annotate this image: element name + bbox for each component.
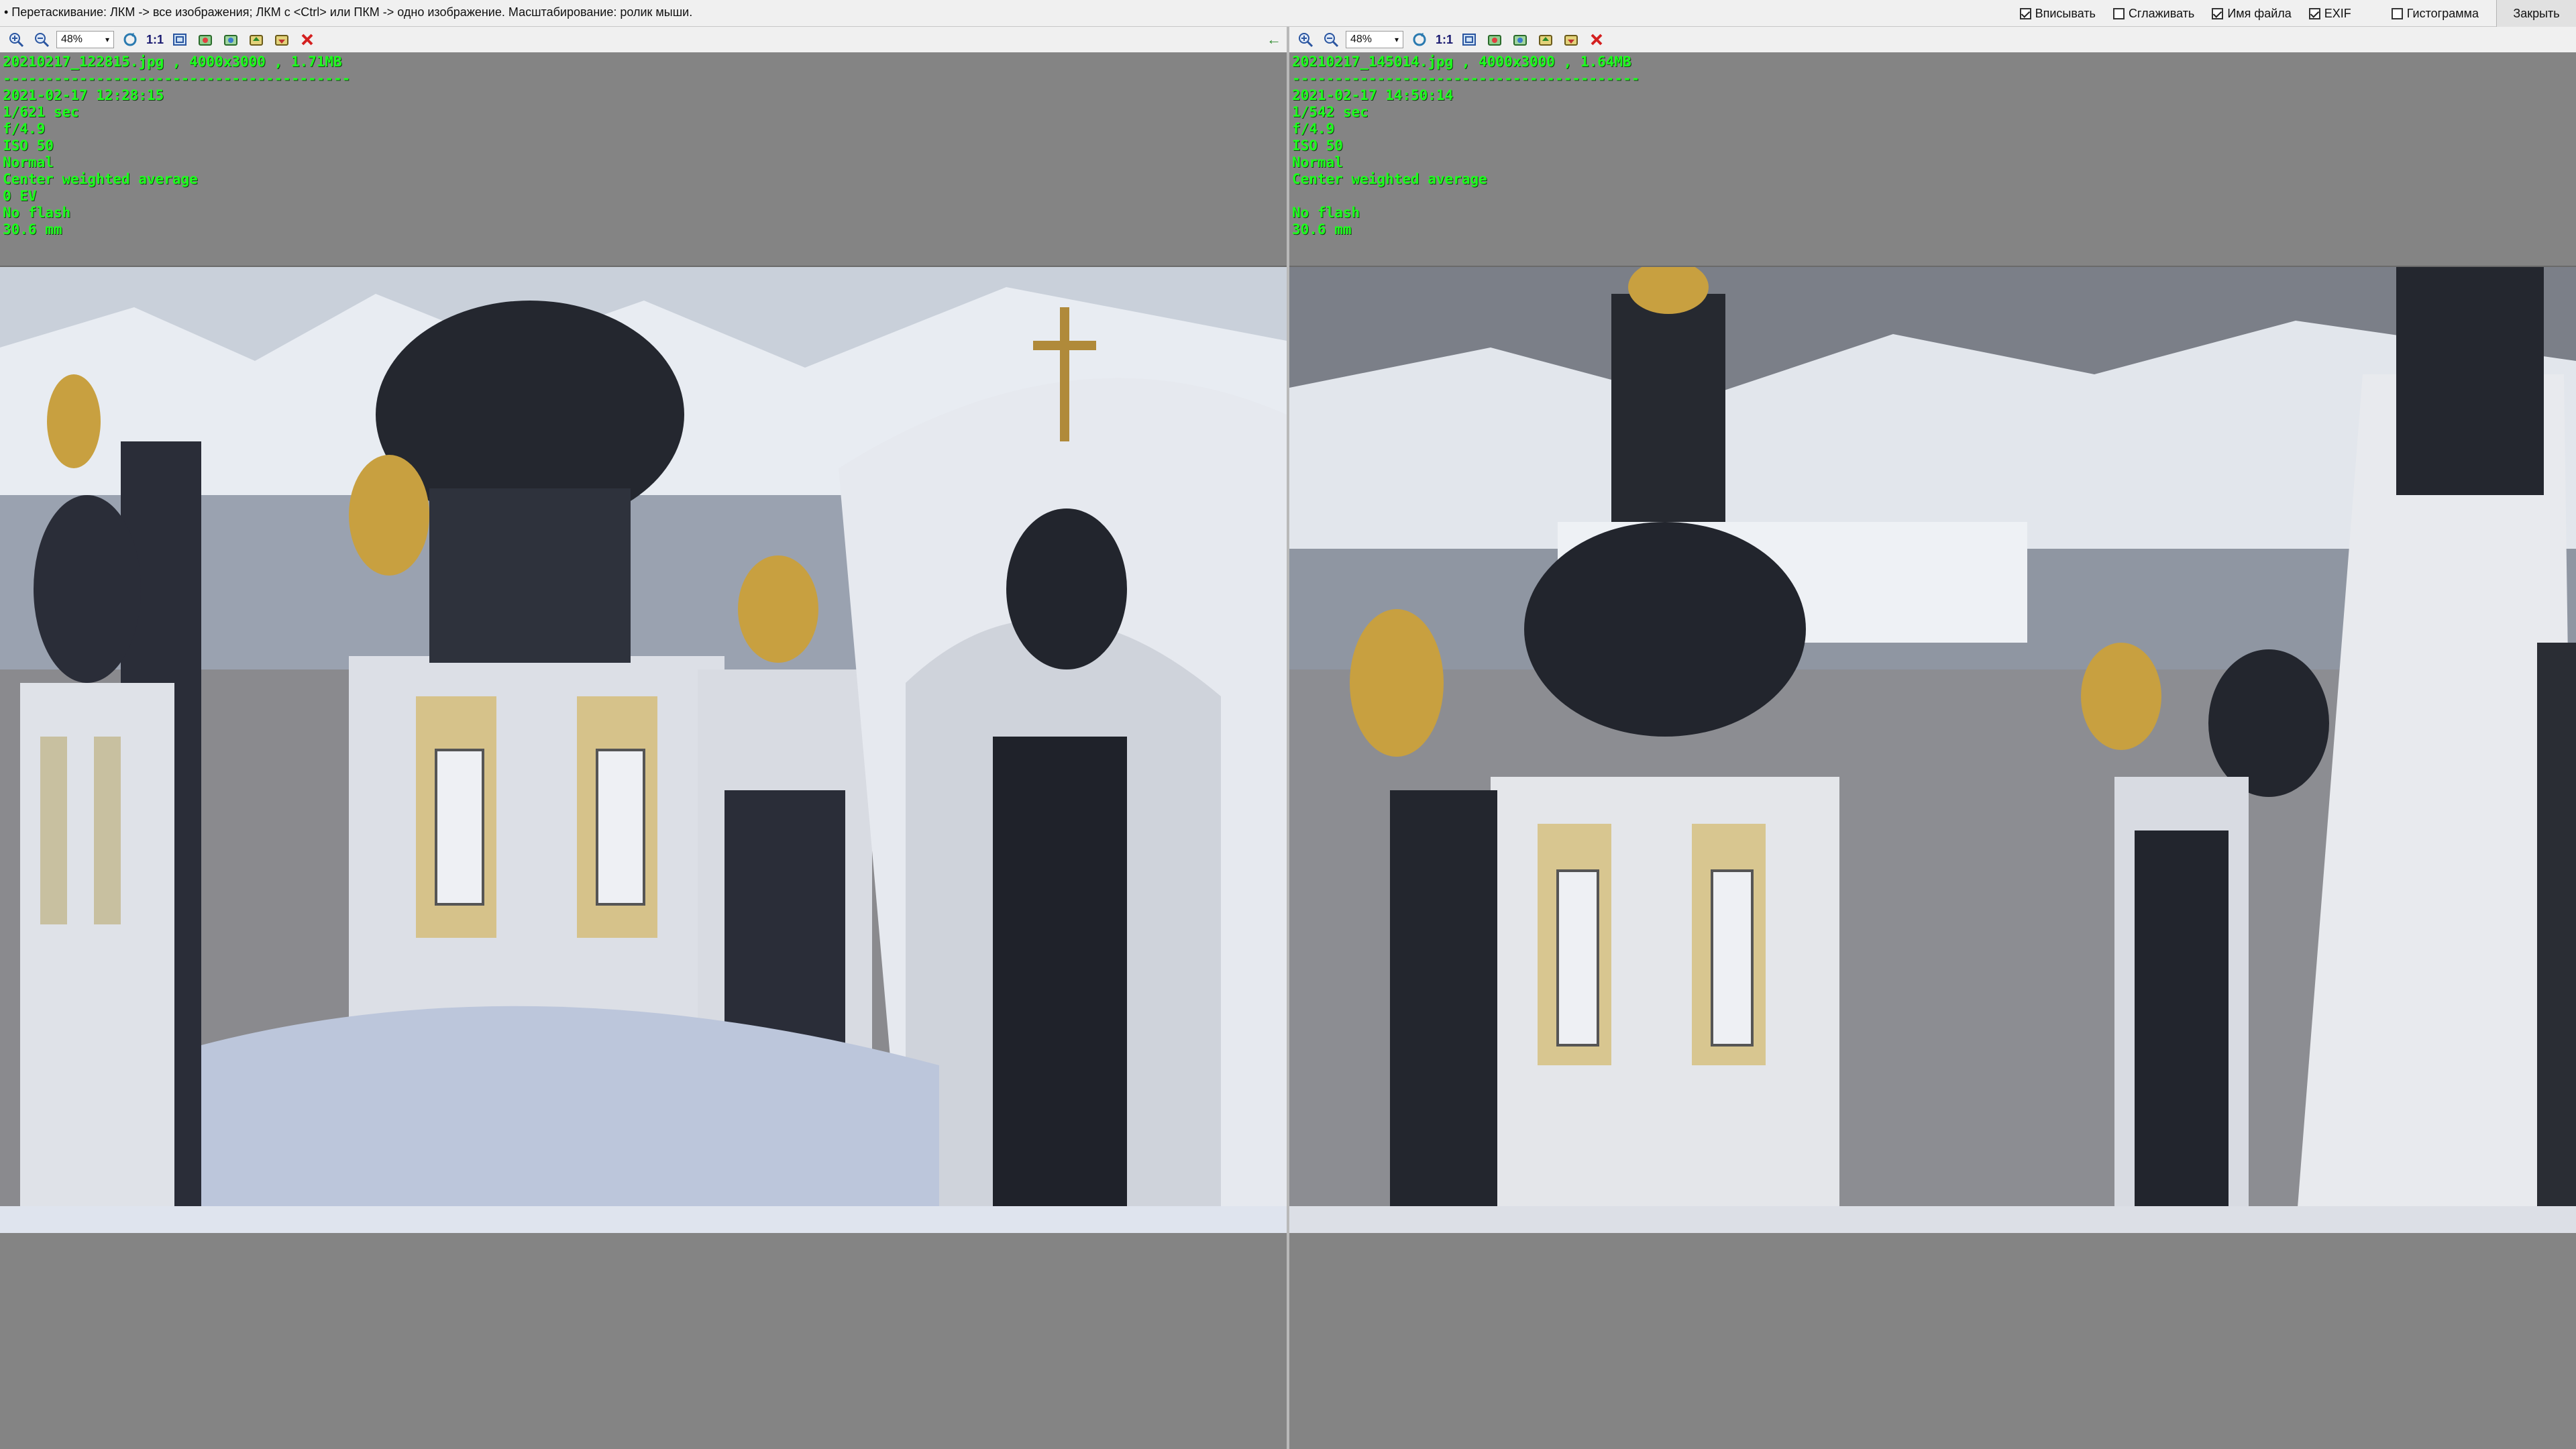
view-options: Вписывать Сглаживать Имя файла EXIF Гист… — [2019, 0, 2576, 27]
exif-checkbox[interactable] — [2308, 7, 2320, 19]
close-icon[interactable] — [298, 30, 317, 49]
close-button[interactable]: Закрыть — [2496, 0, 2576, 27]
exif-date: 2021-02-17 14:50:14 — [1292, 87, 1454, 103]
fit-window-icon[interactable] — [170, 30, 189, 49]
one-to-one-button[interactable]: 1:1 — [146, 33, 164, 47]
option-fit[interactable]: Вписывать — [2019, 6, 2096, 21]
option-smooth[interactable]: Сглаживать — [2112, 6, 2195, 21]
filename-checkbox[interactable] — [2212, 7, 2224, 19]
chevron-down-icon: ▾ — [1394, 35, 1399, 44]
exif-focal: 30.6 mm — [3, 221, 62, 237]
right-toolbar: 48% ▾ 1:1 — [1289, 27, 2576, 52]
hint-text: • Перетаскивание: ЛКМ -> все изображения… — [4, 5, 693, 19]
exif-date: 2021-02-17 12:28:15 — [3, 87, 164, 103]
fit-label: Вписывать — [2035, 6, 2096, 20]
file-info: 20210217_122815.jpg , 4000x3000 , 1.71MB — [3, 54, 342, 70]
color-icon[interactable] — [1511, 30, 1529, 49]
rotate-icon[interactable] — [1410, 30, 1429, 49]
option-histogram[interactable]: Гистограмма — [2391, 6, 2479, 21]
fit-window-icon[interactable] — [1460, 30, 1479, 49]
exif-separator: ----------------------------------------… — [1292, 70, 1640, 87]
zoom-value: 48% — [61, 34, 83, 45]
exif-shutter: 1/542 sec — [1292, 104, 1368, 120]
flip-icon[interactable] — [1485, 30, 1504, 49]
one-to-one-button[interactable]: 1:1 — [1436, 33, 1453, 47]
zoom-out-icon[interactable] — [1322, 30, 1340, 49]
exif-separator: ----------------------------------------… — [3, 70, 351, 87]
option-filename[interactable]: Имя файла — [2212, 6, 2292, 21]
zoom-in-icon[interactable] — [1296, 30, 1315, 49]
arrow-left-icon[interactable]: ← — [1267, 31, 1281, 48]
exif-ev: 0 EV — [3, 188, 37, 204]
church-photo-right — [1289, 267, 2576, 1233]
exif-metering: Center weighted average — [1292, 171, 1487, 187]
export-icon[interactable] — [1536, 30, 1555, 49]
histogram-label: Гистограмма — [2406, 6, 2479, 20]
right-photo[interactable] — [1289, 266, 2576, 1233]
chevron-down-icon: ▾ — [105, 35, 109, 44]
exif-ev — [1292, 188, 1640, 205]
exif-aperture: f/4.9 — [1292, 121, 1335, 137]
top-bar: • Перетаскивание: ЛКМ -> все изображения… — [0, 0, 2576, 27]
exif-focal: 30.6 mm — [1292, 221, 1352, 237]
option-exif[interactable]: EXIF — [2308, 6, 2351, 21]
exif-label: EXIF — [2324, 6, 2351, 20]
file-info: 20210217_145014.jpg , 4000x3000 , 1.64MB — [1292, 54, 1631, 70]
zoom-in-icon[interactable] — [7, 30, 25, 49]
left-image-pane[interactable]: 48% ▾ 1:1 ← 20210217_122815.jpg , 4000x3… — [0, 27, 1289, 1449]
fit-checkbox[interactable] — [2019, 7, 2031, 19]
exif-flash: No flash — [3, 205, 71, 221]
export-icon[interactable] — [247, 30, 266, 49]
close-icon[interactable] — [1587, 30, 1606, 49]
filename-label: Имя файла — [2227, 6, 2292, 20]
histogram-checkbox[interactable] — [2391, 7, 2403, 19]
zoom-select[interactable]: 48% ▾ — [56, 31, 114, 48]
exif-mode: Normal — [1292, 154, 1343, 170]
exif-overlay: 20210217_122815.jpg , 4000x3000 , 1.71MB… — [3, 54, 350, 238]
left-photo[interactable] — [0, 266, 1287, 1233]
rotate-icon[interactable] — [121, 30, 140, 49]
zoom-out-icon[interactable] — [32, 30, 51, 49]
zoom-select[interactable]: 48% ▾ — [1346, 31, 1403, 48]
exif-shutter: 1/621 sec — [3, 104, 79, 120]
exif-metering: Center weighted average — [3, 171, 198, 187]
exif-aperture: f/4.9 — [3, 121, 46, 137]
church-photo-left — [0, 267, 1287, 1233]
zoom-value: 48% — [1350, 34, 1373, 45]
smooth-checkbox[interactable] — [2112, 7, 2125, 19]
flip-icon[interactable] — [196, 30, 215, 49]
save-icon[interactable] — [272, 30, 291, 49]
right-image-pane[interactable]: 48% ▾ 1:1 20210217_145014.jpg , 4000x300… — [1289, 27, 2576, 1449]
left-toolbar: 48% ▾ 1:1 ← — [0, 27, 1287, 52]
smooth-label: Сглаживать — [2128, 6, 2195, 20]
save-icon[interactable] — [1562, 30, 1580, 49]
exif-flash: No flash — [1292, 205, 1360, 221]
exif-overlay: 20210217_145014.jpg , 4000x3000 , 1.64MB… — [1292, 54, 1640, 238]
color-icon[interactable] — [221, 30, 240, 49]
exif-mode: Normal — [3, 154, 54, 170]
exif-iso: ISO 50 — [3, 138, 54, 154]
exif-iso: ISO 50 — [1292, 138, 1343, 154]
